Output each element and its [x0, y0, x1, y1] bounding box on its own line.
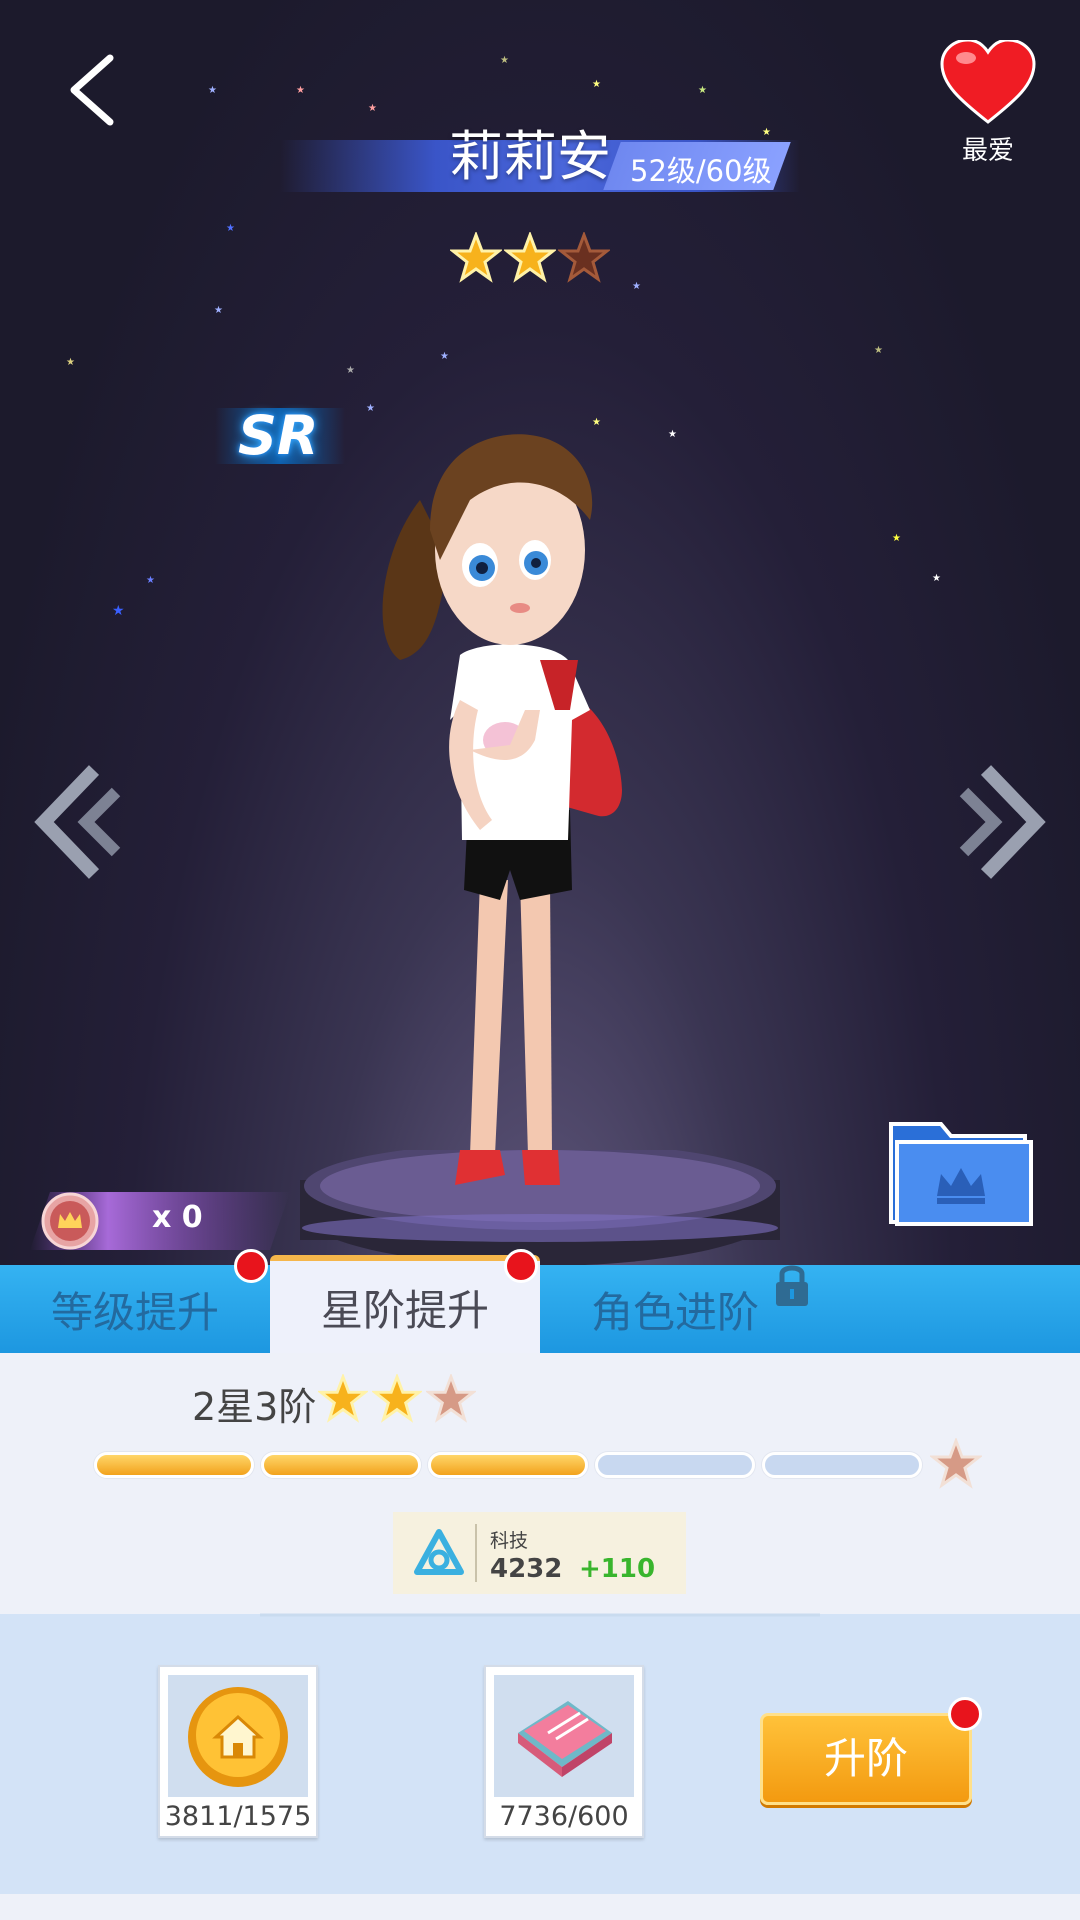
- level-text: 52级/60级: [630, 154, 772, 188]
- crown-folder-button[interactable]: [885, 1118, 1035, 1228]
- star-progress-segment: [762, 1452, 922, 1478]
- section-divider: [260, 1613, 820, 1617]
- star-progress-segment: [94, 1452, 254, 1478]
- book-icon: [518, 1701, 612, 1777]
- medal-count: x 0: [152, 1200, 203, 1235]
- character-figure: [382, 434, 622, 1185]
- material-book-slot[interactable]: 7736/600: [484, 1665, 644, 1838]
- tech-value: 4232: [490, 1554, 563, 1584]
- material-book-count: 7736/600: [499, 1801, 629, 1832]
- tab-star-up-badge: [504, 1249, 538, 1283]
- tab-bar: 等级提升 星阶提升 角色进阶: [0, 1255, 1080, 1353]
- material-coin-background: [168, 1675, 308, 1797]
- star-empty-icon: [426, 1374, 476, 1423]
- star-filled-icon: [372, 1374, 422, 1423]
- tech-name: 科技: [490, 1530, 529, 1552]
- star-progress-segment: [595, 1452, 755, 1478]
- heart-icon: [940, 38, 1036, 124]
- tech-bonus: +110: [579, 1554, 656, 1584]
- star-empty-icon: [558, 232, 610, 283]
- tab-star-up[interactable]: 星阶提升: [270, 1255, 540, 1353]
- material-coin-count: 3811/1575: [164, 1801, 312, 1832]
- tech-stat-box: 科技 4232 +110: [393, 1512, 686, 1594]
- material-coin-slot[interactable]: 3811/1575: [158, 1665, 318, 1838]
- favorite-label: 最爱: [961, 136, 1014, 166]
- favorite-button[interactable]: 最爱: [930, 38, 1046, 167]
- upgrade-button[interactable]: 升阶: [760, 1713, 972, 1805]
- tab-level-up-badge: [234, 1249, 268, 1283]
- next-character-button[interactable]: [956, 762, 1046, 882]
- tech-icon: [414, 1529, 464, 1575]
- star-progress-segment: [428, 1452, 588, 1478]
- upgrade-badge: [948, 1697, 982, 1731]
- star-rank-stars: [318, 1374, 476, 1424]
- star-filled-icon: [450, 232, 502, 283]
- star-rank-label: 2星3阶: [192, 1385, 317, 1429]
- star-filled-icon: [504, 232, 556, 283]
- star-target-icon: [930, 1438, 982, 1489]
- lock-icon: [776, 1265, 808, 1306]
- material-book-background: [494, 1675, 634, 1797]
- rarity-badge: SR: [238, 404, 319, 467]
- tab-advance[interactable]: 角色进阶: [540, 1265, 810, 1353]
- coin-house-icon: [188, 1687, 288, 1787]
- previous-character-button[interactable]: [34, 762, 124, 882]
- back-button[interactable]: [60, 50, 130, 130]
- tab-level-up[interactable]: 等级提升: [0, 1265, 270, 1353]
- star-rating: [450, 232, 610, 284]
- star-progress-segment: [261, 1452, 421, 1478]
- star-filled-icon: [318, 1374, 368, 1423]
- tech-divider: [475, 1524, 477, 1582]
